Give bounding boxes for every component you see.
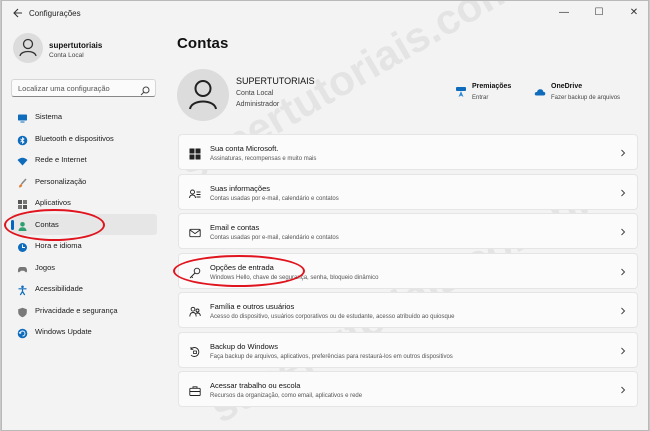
person-info-icon bbox=[189, 187, 201, 199]
profile-role: Administrador bbox=[236, 101, 280, 108]
sidebar-item-contas[interactable]: Contas bbox=[11, 213, 157, 235]
chevron-right-icon bbox=[619, 225, 627, 237]
sidebar-item-privacidade[interactable]: Privacidade e segurança bbox=[11, 300, 157, 322]
selection-indicator bbox=[11, 219, 14, 230]
page-title: Contas bbox=[177, 35, 229, 52]
user-account-type: Conta Local bbox=[49, 52, 84, 59]
card-email-accounts[interactable]: Email e contas Contas usadas por e-mail,… bbox=[178, 213, 638, 249]
sidebar-item-rede[interactable]: Rede e Internet bbox=[11, 149, 157, 171]
chevron-right-icon bbox=[619, 146, 627, 158]
user-name: supertutoriais bbox=[49, 41, 103, 50]
settings-list: Sua conta Microsoft. Assinaturas, recomp… bbox=[178, 134, 638, 411]
profile-avatar[interactable] bbox=[177, 69, 229, 121]
chevron-right-icon bbox=[619, 186, 627, 198]
quick-link-onedrive[interactable]: OneDrive Fazer backup de arquivos bbox=[534, 83, 639, 107]
sidebar-item-acessibilidade[interactable]: Acessibilidade bbox=[11, 278, 157, 300]
mail-icon bbox=[189, 226, 201, 238]
maximize-button[interactable]: ☐ bbox=[584, 5, 614, 21]
sidebar-item-bluetooth[interactable]: Bluetooth e dispositivos bbox=[11, 128, 157, 150]
search-input[interactable]: Localizar uma configuração bbox=[11, 79, 156, 97]
back-arrow-icon[interactable] bbox=[10, 7, 24, 21]
title-bar: Configurações — ☐ ✕ bbox=[2, 1, 648, 29]
apps-icon bbox=[17, 197, 28, 209]
card-work-school[interactable]: Acessar trabalho ou escola Recursos da o… bbox=[178, 371, 638, 407]
update-icon bbox=[17, 326, 28, 339]
wifi-icon bbox=[17, 154, 28, 166]
card-your-info[interactable]: Suas informações Contas usadas por e-mai… bbox=[178, 173, 638, 210]
bluetooth-icon bbox=[17, 133, 28, 145]
family-icon bbox=[189, 305, 201, 317]
settings-window: supertutoriais.com.br supertutoriais.com… bbox=[1, 0, 649, 431]
brush-icon bbox=[17, 176, 28, 187]
rewards-icon bbox=[455, 85, 467, 97]
sidebar-item-windows-update[interactable]: Windows Update bbox=[11, 321, 157, 343]
cloud-icon bbox=[534, 85, 546, 97]
windows-logo-icon bbox=[189, 147, 201, 160]
app-title: Configurações bbox=[29, 9, 81, 18]
person-icon bbox=[17, 219, 28, 231]
card-sign-in-options[interactable]: Opções de entrada Windows Hello, chave d… bbox=[178, 252, 638, 289]
sidebar-item-personalizacao[interactable]: Personalização bbox=[11, 171, 157, 193]
minimize-button[interactable]: — bbox=[549, 5, 579, 21]
quick-link-rewards[interactable]: Premiações Entrar bbox=[455, 83, 525, 107]
card-microsoft-account[interactable]: Sua conta Microsoft. Assinaturas, recomp… bbox=[178, 134, 638, 170]
globe-clock-icon bbox=[17, 240, 28, 252]
chevron-right-icon bbox=[619, 344, 627, 356]
profile-account-type: Conta Local bbox=[236, 90, 274, 97]
sidebar-item-jogos[interactable]: Jogos bbox=[11, 257, 157, 279]
chevron-right-icon bbox=[619, 265, 627, 277]
sidebar-nav: Sistema Bluetooth e dispositivos Rede e … bbox=[11, 106, 157, 343]
monitor-icon bbox=[17, 111, 28, 123]
chevron-right-icon bbox=[619, 383, 627, 395]
sidebar-item-aplicativos[interactable]: Aplicativos bbox=[11, 192, 157, 214]
card-family-users[interactable]: Família e outros usuários Acesso do disp… bbox=[178, 292, 638, 328]
accessibility-icon bbox=[17, 283, 28, 296]
avatar bbox=[13, 33, 43, 63]
key-icon bbox=[189, 266, 201, 278]
backup-icon bbox=[189, 345, 201, 357]
close-button[interactable]: ✕ bbox=[619, 5, 648, 21]
chevron-right-icon bbox=[619, 304, 627, 316]
profile-name: SUPERTUTORIAIS bbox=[236, 76, 315, 86]
gamepad-icon bbox=[17, 262, 28, 273]
briefcase-icon bbox=[189, 384, 201, 396]
sidebar-item-hora-idioma[interactable]: Hora e idioma bbox=[11, 235, 157, 257]
search-placeholder: Localizar uma configuração bbox=[18, 84, 110, 93]
search-icon bbox=[140, 83, 150, 96]
card-windows-backup[interactable]: Backup do Windows Faça backup de arquivo… bbox=[178, 331, 638, 368]
sidebar-item-sistema[interactable]: Sistema bbox=[11, 106, 157, 128]
shield-icon bbox=[17, 305, 28, 317]
sidebar-user[interactable]: supertutoriais Conta Local bbox=[13, 33, 153, 67]
